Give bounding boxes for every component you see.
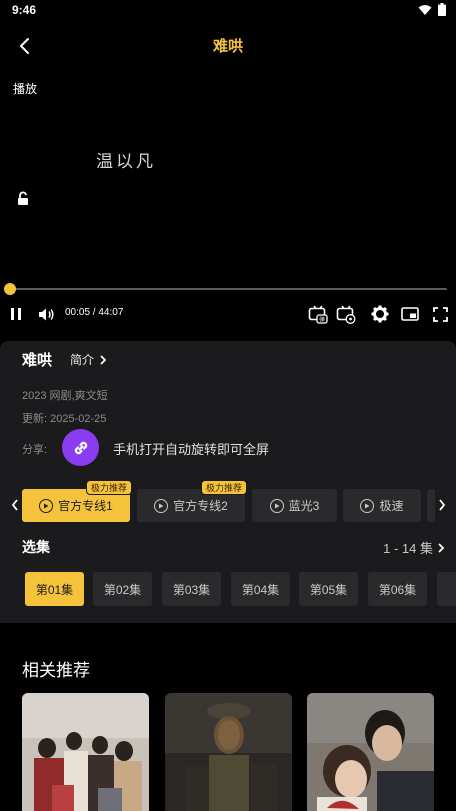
pause-button[interactable] <box>6 304 26 324</box>
episodes-range: 1 - 14 集 <box>383 541 433 556</box>
danmaku-settings-button[interactable] <box>336 304 356 324</box>
video-watermark: 温以凡 <box>96 152 156 172</box>
update-date: 更新: 2025-02-25 <box>22 413 107 425</box>
poster-image <box>22 693 149 811</box>
link-icon <box>74 441 87 454</box>
line-label: 蓝光3 <box>288 499 320 513</box>
episodes-range-button[interactable]: 1 - 14 集 <box>383 538 446 557</box>
chevron-right-icon <box>439 499 446 511</box>
recommend-card[interactable] <box>307 693 434 811</box>
poster-image <box>165 693 292 811</box>
svg-text:弹: 弹 <box>319 315 325 323</box>
page-title: 难哄 <box>212 38 243 55</box>
recommend-card[interactable] <box>22 693 149 811</box>
episode-button[interactable]: 第04集 <box>231 572 290 606</box>
chevron-left-icon <box>11 499 18 511</box>
pip-icon <box>401 307 419 321</box>
line-label: 官方专线2 <box>173 499 228 513</box>
volume-icon <box>38 308 54 320</box>
chevron-right-icon <box>438 542 445 553</box>
episodes-title: 选集 <box>22 539 50 555</box>
line-badge: 极力推荐 <box>86 480 133 495</box>
line-button-1[interactable]: 极力推荐 官方专线1 <box>22 480 133 522</box>
screen-lock-button[interactable] <box>14 190 32 208</box>
play-circle-icon <box>39 498 54 513</box>
lines-next-button[interactable] <box>435 498 449 512</box>
progress-bar[interactable] <box>3 283 447 295</box>
play-label: 播放 <box>13 82 38 96</box>
share-hint: 手机打开自动旋转即可全屏 <box>113 442 270 457</box>
picture-in-picture-button[interactable] <box>400 304 420 324</box>
lines-prev-button[interactable] <box>8 498 22 512</box>
play-circle-icon <box>154 498 169 513</box>
fullscreen-button[interactable] <box>430 304 450 324</box>
share-link-button[interactable] <box>62 429 99 466</box>
battery-icon <box>438 3 446 16</box>
episode-button[interactable]: 第05集 <box>299 572 358 606</box>
intro-label: 简介 <box>70 353 95 367</box>
recommend-card[interactable] <box>165 693 292 811</box>
pause-icon <box>11 308 21 320</box>
progress-thumb[interactable] <box>3 283 16 295</box>
episode-button[interactable]: 第02集 <box>93 572 152 606</box>
line-button-4[interactable]: 极速 <box>343 489 421 522</box>
playback-time: 00:05 / 44:07 <box>65 307 124 318</box>
poster-image <box>307 693 434 811</box>
episode-button[interactable]: 第03集 <box>162 572 221 606</box>
unlock-icon <box>18 191 28 205</box>
drama-meta: 2023 网剧,爽文短 <box>22 390 108 402</box>
line-button-3[interactable]: 蓝光3 <box>252 489 337 522</box>
drama-title: 难哄 <box>22 352 53 369</box>
episode-button-partial[interactable] <box>437 572 456 606</box>
line-button-partial[interactable] <box>427 489 435 522</box>
episode-button[interactable]: 第06集 <box>368 572 427 606</box>
episode-button[interactable]: 第01集 <box>25 572 84 606</box>
line-label: 官方专线1 <box>58 499 113 513</box>
status-time: 9:46 <box>12 3 37 17</box>
line-button-2[interactable]: 极力推荐 官方专线2 <box>137 480 248 522</box>
line-label: 极速 <box>379 499 404 513</box>
volume-button[interactable] <box>36 304 56 324</box>
fullscreen-icon <box>432 306 448 322</box>
tv-danmaku-icon: 弹 <box>308 305 328 324</box>
line-badge: 极力推荐 <box>201 480 248 495</box>
settings-button[interactable] <box>370 304 390 324</box>
play-circle-icon <box>360 498 375 513</box>
status-bar: 9:46 <box>0 0 456 22</box>
recommend-title: 相关推荐 <box>22 661 90 680</box>
danmaku-toggle-button[interactable]: 弹 <box>308 304 328 324</box>
wifi-icon <box>418 4 432 15</box>
play-circle-icon <box>269 498 284 513</box>
gear-icon <box>371 305 389 323</box>
intro-link[interactable]: 简介 <box>70 351 108 368</box>
status-icons <box>418 3 446 16</box>
chevron-right-icon <box>100 354 107 365</box>
share-label: 分享: <box>22 444 48 456</box>
tv-danmaku-settings-icon <box>336 305 356 324</box>
